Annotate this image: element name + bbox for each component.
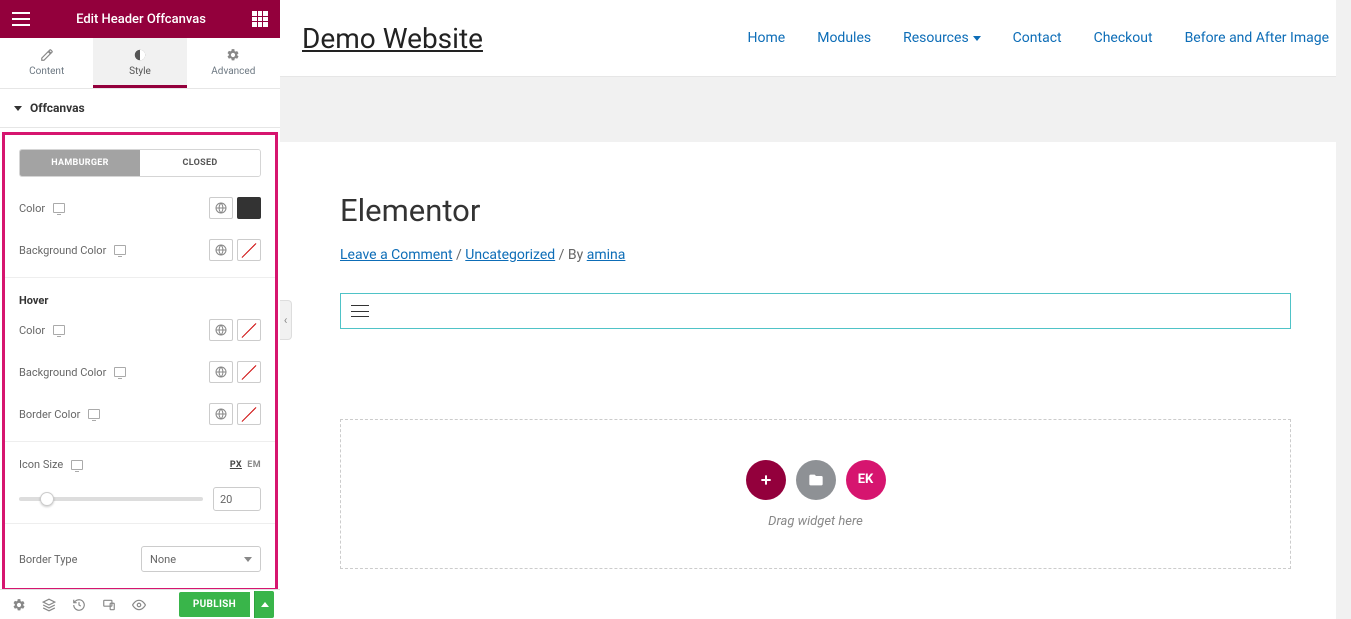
style-icon: [133, 48, 147, 62]
globe-icon: [215, 366, 227, 378]
desktop-icon[interactable]: [114, 367, 126, 377]
section-offcanvas[interactable]: Offcanvas: [0, 89, 280, 128]
control-border-color: Border Color: [5, 393, 275, 435]
icon-size-slider[interactable]: [19, 497, 203, 501]
control-hover-color: Color: [5, 309, 275, 351]
desktop-icon[interactable]: [71, 460, 83, 470]
history-icon[interactable]: [66, 592, 92, 618]
slider-thumb[interactable]: [40, 492, 54, 506]
nav-checkout[interactable]: Checkout: [1094, 30, 1153, 46]
unit-selector[interactable]: PX EM: [230, 460, 261, 470]
main-nav: Home Modules Resources Contact Checkout …: [748, 30, 1329, 46]
publish-button[interactable]: PUBLISH: [179, 592, 250, 617]
desktop-icon[interactable]: [53, 203, 65, 213]
nav-resources[interactable]: Resources: [903, 30, 981, 46]
state-toggle: HAMBURGER CLOSED: [19, 149, 261, 177]
page-title: Elementor: [340, 192, 1291, 229]
elementor-panel: Edit Header Offcanvas Content Style Adva…: [0, 0, 280, 619]
nav-before-after[interactable]: Before and After Image: [1185, 30, 1329, 46]
globe-icon: [215, 324, 227, 336]
global-color-button[interactable]: [209, 403, 233, 425]
color-swatch-none[interactable]: [237, 239, 261, 261]
color-swatch-none[interactable]: [237, 403, 261, 425]
scrollbar[interactable]: [1336, 0, 1351, 619]
control-icon-size-label: Icon Size PX EM: [5, 448, 275, 481]
color-swatch-none[interactable]: [237, 319, 261, 341]
publish-options[interactable]: [254, 591, 274, 618]
site-header: Demo Website Home Modules Resources Cont…: [280, 0, 1351, 77]
desktop-icon[interactable]: [114, 245, 126, 255]
gear-icon: [226, 48, 240, 62]
preview-area: Demo Website Home Modules Resources Cont…: [280, 0, 1351, 619]
control-bgcolor: Background Color: [5, 229, 275, 271]
offcanvas-widget[interactable]: [340, 293, 1291, 329]
category-link[interactable]: Uncategorized: [465, 247, 555, 263]
template-button[interactable]: [796, 460, 836, 500]
global-color-button[interactable]: [209, 197, 233, 219]
responsive-icon[interactable]: [96, 592, 122, 618]
globe-icon: [215, 244, 227, 256]
toggle-closed[interactable]: CLOSED: [140, 150, 260, 176]
leave-comment-link[interactable]: Leave a Comment: [340, 247, 453, 263]
drop-text: Drag widget here: [768, 514, 863, 529]
site-title[interactable]: Demo Website: [302, 22, 483, 55]
globe-icon: [215, 202, 227, 214]
settings-icon[interactable]: [6, 592, 32, 618]
tab-advanced[interactable]: Advanced: [187, 38, 280, 88]
hover-heading: Hover: [5, 284, 275, 309]
add-section-button[interactable]: [746, 460, 786, 500]
widgets-icon[interactable]: [252, 11, 268, 27]
caret-down-icon: [14, 106, 22, 111]
control-border-type: Border Type None: [5, 530, 275, 578]
folder-icon: [808, 472, 824, 488]
globe-icon: [215, 408, 227, 420]
post-meta: Leave a Comment / Uncategorized / By ami…: [340, 247, 1291, 263]
plus-icon: [758, 472, 774, 488]
desktop-icon[interactable]: [88, 409, 100, 419]
content-area: Elementor Leave a Comment / Uncategorize…: [280, 142, 1351, 619]
chevron-down-icon: [244, 557, 252, 562]
panel-tabs: Content Style Advanced: [0, 38, 280, 89]
preview-icon[interactable]: [126, 592, 152, 618]
panel-header: Edit Header Offcanvas: [0, 0, 280, 38]
toggle-hamburger[interactable]: HAMBURGER: [20, 150, 140, 176]
panel-title: Edit Header Offcanvas: [76, 12, 206, 27]
icon-size-input[interactable]: [213, 487, 261, 511]
menu-icon[interactable]: [12, 12, 30, 26]
nav-modules[interactable]: Modules: [817, 30, 871, 46]
settings-highlight: HAMBURGER CLOSED Color Background Color: [2, 132, 278, 589]
tab-content[interactable]: Content: [0, 38, 93, 88]
panel-collapse-handle[interactable]: ‹: [280, 300, 292, 340]
global-color-button[interactable]: [209, 319, 233, 341]
nav-contact[interactable]: Contact: [1013, 30, 1062, 46]
color-swatch[interactable]: [237, 197, 261, 219]
control-hover-bgcolor: Background Color: [5, 351, 275, 393]
border-type-select[interactable]: None: [141, 546, 261, 572]
drop-zone[interactable]: EK Drag widget here: [340, 419, 1291, 569]
control-color: Color: [5, 187, 275, 229]
navigator-icon[interactable]: [36, 592, 62, 618]
icon-size-slider-row: [5, 481, 275, 517]
desktop-icon[interactable]: [53, 325, 65, 335]
tab-style[interactable]: Style: [93, 38, 186, 88]
author-link[interactable]: amina: [587, 247, 626, 263]
global-color-button[interactable]: [209, 239, 233, 261]
pencil-icon: [40, 48, 54, 62]
hamburger-icon[interactable]: [351, 305, 369, 317]
chevron-down-icon: [973, 36, 981, 41]
global-color-button[interactable]: [209, 361, 233, 383]
nav-home[interactable]: Home: [748, 30, 786, 46]
ek-button[interactable]: EK: [846, 460, 886, 500]
color-swatch-none[interactable]: [237, 361, 261, 383]
panel-footer: PUBLISH: [0, 589, 280, 619]
panel-body: Offcanvas HAMBURGER CLOSED Color: [0, 89, 280, 589]
